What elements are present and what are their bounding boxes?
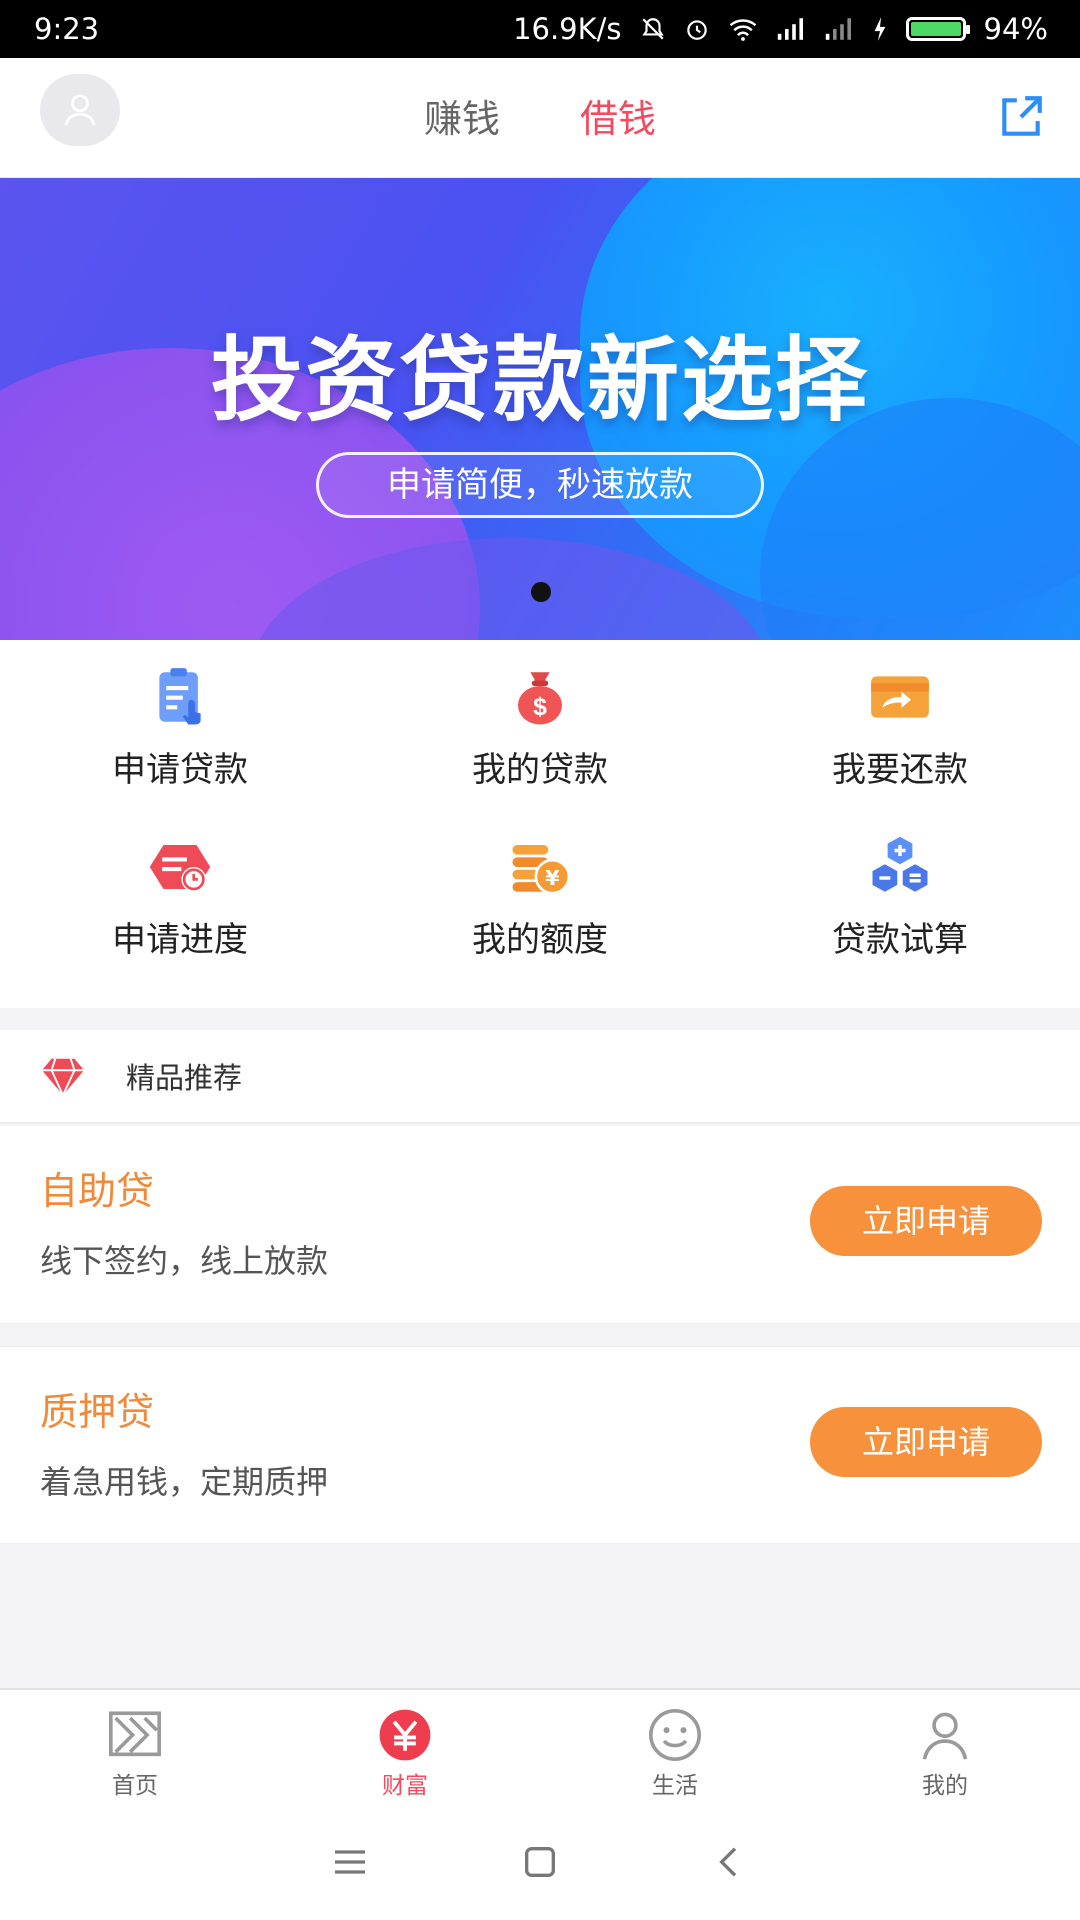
net-speed: 16.9K/s	[513, 12, 622, 46]
tab-borrow[interactable]: 借钱	[580, 88, 656, 143]
tab-earn[interactable]: 赚钱	[424, 88, 500, 143]
nav-item-wealth[interactable]: 财富	[270, 1690, 540, 1804]
grid-item-loan-calculator[interactable]: 贷款试算	[720, 828, 1080, 998]
grid-label: 申请进度	[112, 920, 248, 960]
user-icon	[922, 1712, 968, 1760]
banner-indicator-dot	[531, 582, 551, 602]
grid-item-credit-limit[interactable]: ¥ 我的额度	[360, 828, 720, 998]
coins-icon: ¥	[512, 845, 571, 895]
nav-label: 财富	[382, 1773, 428, 1799]
product-desc: 线下签约，线上放款	[40, 1242, 329, 1280]
apply-now-button[interactable]: 立即申请	[810, 1407, 1042, 1477]
grid-label: 我的贷款	[472, 750, 608, 790]
home-icon	[109, 1711, 161, 1757]
recommend-section-header: 精品推荐	[0, 1030, 1080, 1124]
progress-clock-icon	[149, 845, 211, 892]
grid-item-apply-loan[interactable]: 申请贷款	[0, 658, 360, 828]
product-title: 自助贷	[40, 1169, 155, 1213]
product-desc: 着急用钱，定期质押	[40, 1463, 329, 1501]
top-header: 赚钱 借钱	[0, 58, 1080, 178]
product-title: 质押贷	[40, 1390, 155, 1434]
svg-text:$: $	[533, 694, 547, 721]
banner-title: 投资贷款新选择	[210, 327, 869, 434]
product-card[interactable]: 自助贷 线下签约，线上放款 立即申请	[0, 1126, 1080, 1324]
card-icon	[871, 676, 929, 718]
wifi-icon	[729, 19, 756, 41]
grid-label: 我的额度	[472, 920, 608, 960]
clipboard-icon	[159, 668, 201, 725]
smile-icon	[649, 1709, 701, 1761]
nav-label: 生活	[652, 1773, 698, 1799]
yen-icon	[379, 1709, 431, 1761]
menu-icon[interactable]	[330, 1842, 370, 1882]
app-root: 9:23 16.9K/s 94% 赚钱 借钱 投资贷款新选择 申请简便，秒速放款…	[0, 0, 1080, 1920]
diamond-icon	[41, 1058, 85, 1098]
grid-label: 我要还款	[832, 750, 968, 790]
home-square-icon[interactable]	[520, 1842, 560, 1882]
battery-percent: 94%	[983, 12, 1048, 46]
product-card[interactable]: 质押贷 着急用钱，定期质押 立即申请	[0, 1346, 1080, 1544]
svg-text:¥: ¥	[545, 866, 560, 890]
nav-item-home[interactable]: 首页	[0, 1690, 270, 1804]
mute-bell-icon	[641, 18, 664, 40]
grid-item-progress[interactable]: 申请进度	[0, 828, 360, 998]
apply-now-button[interactable]: 立即申请	[810, 1186, 1042, 1256]
nav-item-life[interactable]: 生活	[540, 1690, 810, 1804]
function-grid: 申请贷款 $ 我的贷款 我要还款 申请进度 ¥ 我的额度 贷款试算	[0, 640, 1080, 1008]
status-time: 9:23	[34, 12, 100, 46]
signal-icon	[777, 18, 803, 40]
charging-icon	[874, 17, 885, 41]
grid-item-my-loans[interactable]: $ 我的贷款	[360, 658, 720, 828]
grid-label: 申请贷款	[112, 750, 248, 790]
calculator-icon	[872, 836, 928, 892]
banner-subtitle: 申请简便，秒速放款	[316, 452, 764, 518]
system-nav-bar	[0, 1804, 1080, 1920]
alarm-icon	[686, 20, 707, 40]
header-tabs: 赚钱 借钱	[0, 88, 1080, 143]
grid-label: 贷款试算	[832, 920, 968, 960]
grid-item-repay[interactable]: 我要还款	[720, 658, 1080, 828]
promo-banner[interactable]: 投资贷款新选择 申请简便，秒速放款	[0, 178, 1080, 640]
back-icon[interactable]	[710, 1842, 750, 1882]
share-icon[interactable]	[996, 92, 1046, 142]
status-right: 16.9K/s 94%	[513, 12, 1048, 46]
bottom-nav: 首页 财富 生活 我的	[0, 1688, 1080, 1804]
nav-item-mine[interactable]: 我的	[810, 1690, 1080, 1804]
money-bag-icon: $	[518, 672, 562, 725]
signal-icon-2	[825, 18, 851, 40]
status-bar: 9:23 16.9K/s 94%	[0, 0, 1080, 58]
nav-label: 我的	[922, 1773, 968, 1799]
section-title: 精品推荐	[126, 1061, 243, 1095]
nav-label: 首页	[112, 1773, 158, 1799]
battery-icon	[905, 17, 970, 41]
